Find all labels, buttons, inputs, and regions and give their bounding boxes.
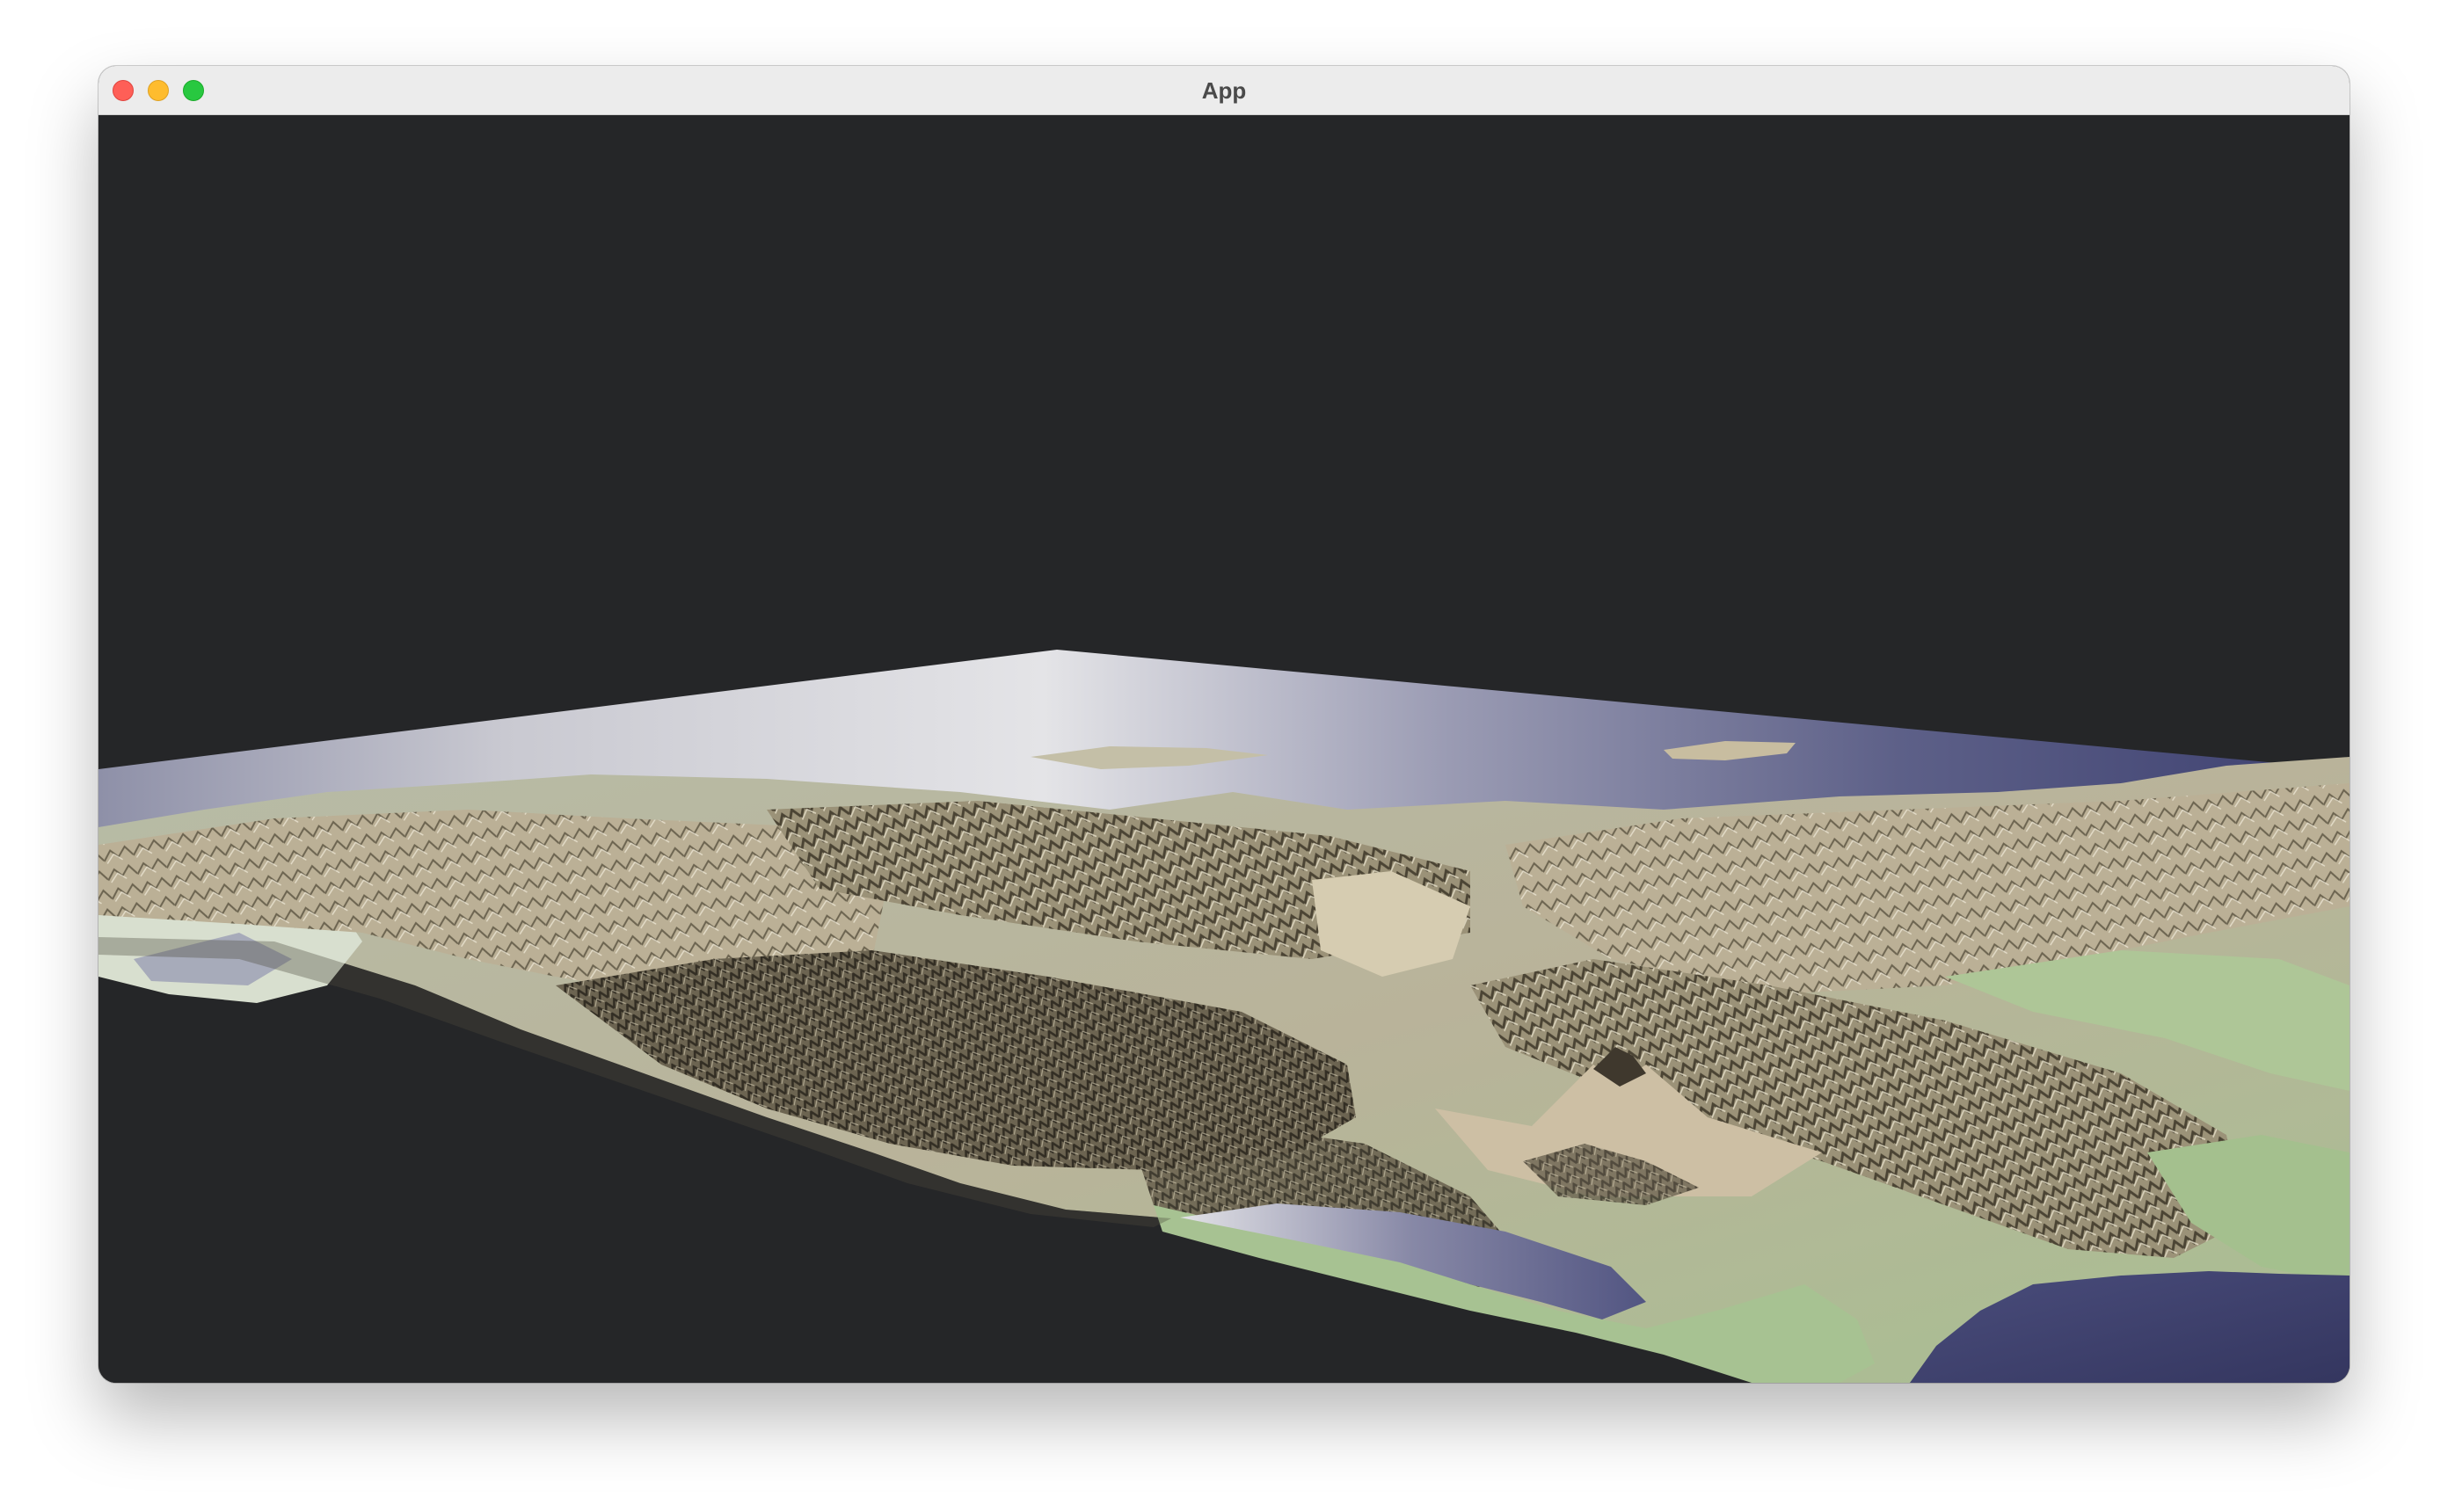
terrain-canvas[interactable] <box>98 115 2350 1383</box>
3d-viewport[interactable] <box>98 115 2350 1383</box>
app-window: App <box>98 66 2350 1383</box>
title-bar[interactable]: App <box>98 66 2350 115</box>
window-title: App <box>1201 77 1247 104</box>
